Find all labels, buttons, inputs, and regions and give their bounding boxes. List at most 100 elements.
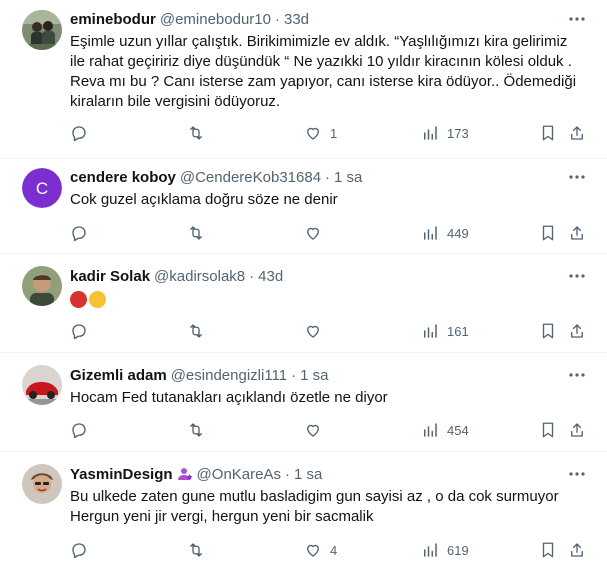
like-button[interactable]	[304, 420, 330, 440]
views-chart-icon	[424, 126, 437, 140]
post-header: kadir Solak @kadirsolak8 · 43d	[70, 266, 283, 286]
post-header: YasminDesign @OnKareAs · 1 sa	[70, 464, 322, 484]
bookmark-button[interactable]	[539, 321, 557, 341]
like-button[interactable]: 1	[304, 123, 337, 143]
repost-button[interactable]	[187, 223, 213, 243]
post-text: Eşimle uzun yıllar çalıştık. Birikimimiz…	[70, 32, 585, 112]
repost-button[interactable]	[187, 321, 213, 341]
post-text	[70, 289, 585, 309]
share-icon	[571, 543, 583, 557]
views-chart-icon	[424, 543, 437, 557]
post-text-line: Hocam Fed tutanakları açıklandı özetle n…	[70, 389, 388, 406]
avatar-photo	[22, 365, 62, 405]
user-handle[interactable]: @kadirsolak8	[154, 268, 245, 285]
view-count: 619	[447, 542, 469, 558]
display-name[interactable]: kadir Solak	[70, 268, 150, 285]
share-icon	[571, 324, 583, 338]
display-name[interactable]: Gizemli adam	[70, 367, 167, 384]
like-button[interactable]: 4	[304, 540, 337, 560]
share-icon	[571, 226, 583, 240]
share-button[interactable]	[568, 540, 586, 560]
more-options-icon[interactable]	[567, 9, 587, 29]
reply-button[interactable]	[70, 223, 96, 243]
views-button[interactable]: 619	[421, 540, 469, 560]
bookmark-button[interactable]	[539, 223, 557, 243]
timestamp[interactable]: 1 sa	[334, 169, 362, 186]
reply-icon	[72, 543, 86, 559]
action-bar: 449	[70, 223, 590, 243]
views-button[interactable]: 161	[421, 321, 469, 341]
user-handle[interactable]: @esindengizli111	[171, 367, 287, 384]
avatar[interactable]	[22, 266, 62, 306]
views-button[interactable]: 449	[421, 223, 469, 243]
angry-face-icon	[70, 290, 87, 308]
reply-button[interactable]	[70, 420, 96, 440]
user-handle[interactable]: @CendereKob31684	[180, 169, 321, 186]
user-handle[interactable]: @OnKareAs	[197, 466, 281, 483]
repost-button[interactable]	[187, 123, 213, 143]
avatar[interactable]	[22, 464, 62, 504]
post-header: eminebodur @eminebodur10 · 33d	[70, 9, 309, 29]
user-handle[interactable]: @eminebodur10	[160, 11, 271, 28]
avatar-photo	[22, 464, 62, 504]
reply-post[interactable]: eminebodur @eminebodur10 · 33d Eşimle uz…	[0, 0, 607, 159]
avatar[interactable]	[22, 365, 62, 405]
views-button[interactable]: 454	[421, 420, 469, 440]
like-count: 4	[330, 542, 338, 558]
post-text-line: Hergun yeni jir vergi, hergun yeni bir s…	[70, 508, 374, 525]
reply-feed: eminebodur @eminebodur10 · 33d Eşimle uz…	[0, 0, 607, 567]
display-name[interactable]: YasminDesign	[70, 466, 173, 483]
share-icon	[571, 126, 583, 140]
like-button[interactable]	[304, 223, 330, 243]
display-name[interactable]: eminebodur	[70, 11, 156, 28]
share-button[interactable]	[568, 223, 586, 243]
like-count: 1	[330, 125, 338, 141]
action-bar: 4 619	[70, 540, 590, 560]
reply-button[interactable]	[70, 123, 96, 143]
more-options-icon[interactable]	[567, 365, 587, 385]
reply-button[interactable]	[70, 321, 96, 341]
repost-icon	[190, 126, 202, 140]
views-button[interactable]: 173	[421, 123, 469, 143]
reply-post[interactable]: Gizemli adam @esindengizli111 · 1 sa Hoc…	[0, 353, 607, 452]
post-header: Gizemli adam @esindengizli111 · 1 sa	[70, 365, 328, 385]
repost-icon	[190, 423, 202, 437]
timestamp[interactable]: 1 sa	[300, 367, 328, 384]
timestamp[interactable]: 33d	[284, 11, 309, 28]
avatar-letter-circle: C	[22, 168, 62, 208]
bookmark-button[interactable]	[539, 123, 557, 143]
separator-dot: ·	[284, 465, 290, 483]
post-text: Hocam Fed tutanakları açıklandı özetle n…	[70, 388, 585, 408]
share-button[interactable]	[568, 123, 586, 143]
heart-icon	[307, 227, 319, 240]
reply-post[interactable]: kadir Solak @kadirsolak8 · 43d 161	[0, 254, 607, 353]
share-button[interactable]	[568, 321, 586, 341]
repost-icon	[190, 226, 202, 240]
timestamp[interactable]: 1 sa	[294, 466, 322, 483]
separator-dot: ·	[325, 168, 331, 186]
heart-icon	[307, 544, 319, 557]
more-options-icon[interactable]	[567, 266, 587, 286]
repost-button[interactable]	[187, 420, 213, 440]
post-text-line: Bu ulkede zaten gune mutlu basladigim gu…	[70, 488, 559, 505]
repost-icon	[190, 543, 202, 557]
more-options-icon[interactable]	[567, 464, 587, 484]
reply-post[interactable]: YasminDesign @OnKareAs · 1 sa Bu ulkede …	[0, 452, 607, 567]
bookmark-button[interactable]	[539, 540, 557, 560]
avatar[interactable]: C	[22, 168, 62, 208]
bookmark-button[interactable]	[539, 420, 557, 440]
repost-button[interactable]	[187, 540, 213, 560]
reply-button[interactable]	[70, 540, 96, 560]
avatar[interactable]	[22, 10, 62, 50]
like-button[interactable]	[304, 321, 330, 341]
steam-face-icon	[89, 290, 106, 308]
share-button[interactable]	[568, 420, 586, 440]
bookmark-icon	[542, 542, 554, 558]
action-bar: 161	[70, 321, 590, 341]
more-options-icon[interactable]	[567, 167, 587, 187]
views-chart-icon	[424, 226, 437, 240]
timestamp[interactable]: 43d	[258, 268, 283, 285]
display-name[interactable]: cendere koboy	[70, 169, 176, 186]
reply-post[interactable]: C cendere koboy @CendereKob31684 · 1 sa …	[0, 159, 607, 254]
separator-dot: ·	[274, 10, 280, 28]
